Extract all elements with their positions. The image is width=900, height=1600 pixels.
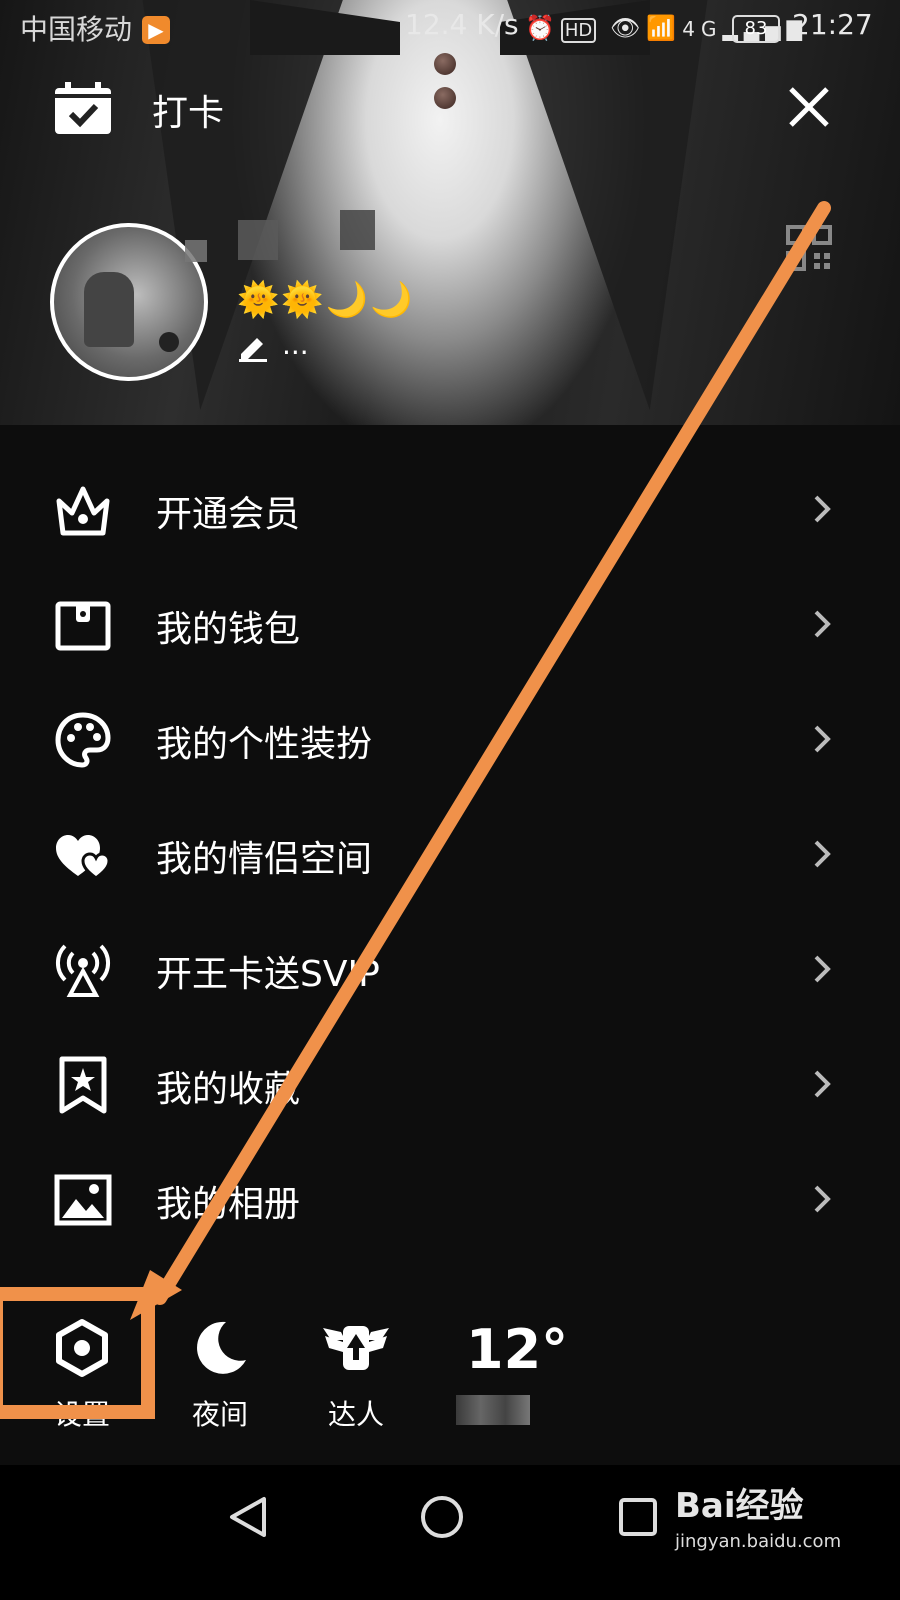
bookmark-star-icon (59, 1056, 107, 1114)
menu-item-label: 我的相册 (156, 1184, 301, 1225)
wallet-icon (55, 601, 111, 651)
home-circle-icon[interactable] (419, 1494, 465, 1540)
menu-item-label: 我的情侣空间 (156, 839, 373, 880)
menu-item-theme[interactable]: 我的个性装扮 (0, 683, 900, 798)
username-redacted (340, 210, 375, 250)
checkin-button[interactable]: 打卡 (50, 76, 250, 142)
hd-icon: HD (560, 18, 597, 43)
settings-label: 设置 (53, 1398, 110, 1431)
chevron-right-icon (814, 725, 831, 753)
chevron-right-icon (814, 610, 831, 638)
chevron-right-icon (814, 955, 831, 983)
menu-item-vip[interactable]: 开通会员 (0, 453, 900, 568)
chevron-right-icon (814, 1185, 831, 1213)
signature-text[interactable]: ... (282, 328, 309, 361)
carrier-app-badge-icon: ▶ (142, 16, 170, 44)
recents-square-icon[interactable] (618, 1497, 658, 1537)
chevron-right-icon (814, 1070, 831, 1098)
username-redacted (238, 220, 278, 260)
palette-icon (55, 712, 111, 768)
image-icon (54, 1174, 112, 1226)
baidu-jingyan-watermark: Bai经验 jingyan.baidu.com (675, 1478, 841, 1552)
weather-location-redacted (456, 1395, 530, 1425)
username-redacted (185, 240, 207, 262)
watermark-url: jingyan.baidu.com (675, 1531, 842, 1552)
hearts-icon (56, 835, 111, 880)
back-triangle-icon[interactable] (228, 1495, 268, 1539)
close-icon[interactable] (788, 86, 830, 128)
menu-item-favorites[interactable]: 我的收藏 (0, 1028, 900, 1143)
expert-label: 达人 (327, 1398, 384, 1431)
expert-button[interactable]: 达人 (301, 1308, 411, 1438)
alarm-icon: ⏰ (525, 14, 561, 42)
menu-item-king-card[interactable]: 开王卡送SVIP (0, 913, 900, 1028)
menu-item-wallet[interactable]: 我的钱包 (0, 568, 900, 683)
eye-icon: 👁 (609, 14, 647, 42)
menu-item-label: 我的钱包 (156, 609, 301, 650)
checkin-label: 打卡 (152, 93, 225, 134)
signal-tower-icon (55, 944, 111, 997)
clock: 21:27 (792, 8, 873, 41)
menu-item-couple-space[interactable]: 我的情侣空间 (0, 798, 900, 913)
battery-indicator: 83 (732, 15, 780, 43)
settings-button[interactable]: 设置 (27, 1308, 137, 1438)
menu-item-album[interactable]: 我的相册 (0, 1143, 900, 1258)
hexagon-settings-icon (56, 1319, 108, 1377)
carrier-name: 中国移动 (20, 13, 133, 46)
chevron-right-icon (814, 495, 831, 523)
level-badges[interactable]: 🌞🌞🌙🌙 (237, 280, 414, 320)
menu-item-label: 我的个性装扮 (156, 724, 373, 765)
weather-temperature[interactable]: 12° (466, 1318, 568, 1381)
night-mode-button[interactable]: 夜间 (165, 1308, 275, 1438)
wifi-icon: 📶 (646, 14, 683, 42)
watermark-brand: Bai经验 (675, 1486, 804, 1526)
qr-code-icon[interactable] (786, 225, 832, 271)
edit-pencil-icon[interactable] (237, 330, 269, 362)
winged-badge-icon (323, 1326, 389, 1370)
crown-icon (56, 486, 110, 536)
menu-item-label: 开通会员 (156, 494, 301, 535)
moon-icon (197, 1321, 246, 1374)
network-speed: 12.4 K/s (405, 8, 519, 41)
chevron-right-icon (814, 840, 831, 868)
menu-item-label: 开王卡送SVIP (156, 954, 380, 995)
menu-item-label: 我的收藏 (156, 1069, 301, 1110)
night-label: 夜间 (191, 1398, 248, 1431)
calendar-check-icon (55, 82, 111, 134)
